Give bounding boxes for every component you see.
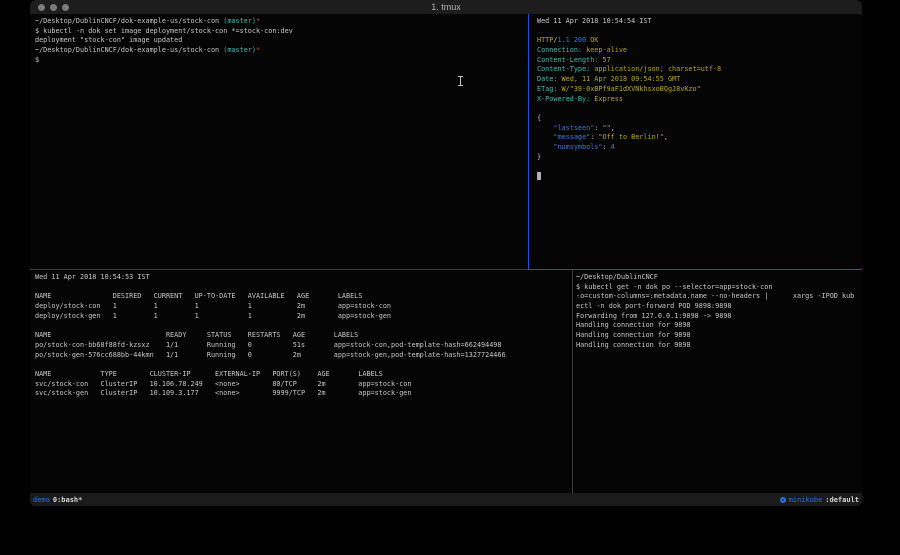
terminal-line: Connection: keep-alive [537,46,862,56]
terminal-line: "numsymbols": 4 [537,143,862,153]
terminal-line: ~/Desktop/DublinCNCF [576,273,862,283]
kube-namespace-label: :default [825,496,859,504]
terminal-line: } [537,153,862,163]
terminal-line: Date: Wed, 11 Apr 2018 09:54:55 GMT [537,75,862,85]
terminal-line: po/stock-con-bb68f88fd-kzsxz 1/1 Running… [35,341,572,351]
terminal-line: $ kubectl -n dok set image deployment/st… [35,27,528,37]
kubernetes-helm-icon [780,497,786,503]
terminal-line: Forwarding from 127.0.0.1:9898 -> 9898 [576,312,862,322]
terminal-line [35,283,572,293]
terminal-line [537,104,862,114]
terminal-line: ectl -n dok port-forward POD 9898:9898 [576,302,862,312]
terminal-line: Wed 11 Apr 2018 10:54:54 IST [537,17,862,27]
terminal-line: NAME READY STATUS RESTARTS AGE LABELS [35,331,572,341]
window-titlebar[interactable]: 1. tmux [30,0,862,14]
mouse-text-cursor-icon [458,76,463,86]
terminal-line: -o=custom-columns=:metadata.name --no-he… [576,292,862,302]
terminal-line: X-Powered-By: Express [537,95,862,105]
terminal-line: Handling connection for 9898 [576,331,862,341]
terminal-line: "lastseen": "", [537,124,862,134]
kube-context-label: minikube [789,496,823,504]
tmux-window-label[interactable]: 0:bash* [53,496,83,504]
terminal-line: svc/stock-con ClusterIP 10.106.78.249 <n… [35,380,572,390]
terminal-line [537,162,862,172]
terminal-line: Content-Length: 57 [537,56,862,66]
status-left: demo 0:bash* [33,496,82,504]
terminal-line [537,27,862,37]
screen: 1. tmux ~/Desktop/DublinCNCF/dok-example… [0,0,900,555]
pane-shell-top-left[interactable]: ~/Desktop/DublinCNCF/dok-example-us/stoc… [30,14,528,269]
tmux-status-bar: demo 0:bash* minikube :default [30,493,862,506]
terminal-line: Handling connection for 9898 [576,321,862,331]
pane-http-response[interactable]: Wed 11 Apr 2018 10:54:54 IST HTTP/1.1 20… [529,14,862,269]
terminal-line: deploy/stock-con 1 1 1 1 2m app=stock-co… [35,302,572,312]
terminal-window: 1. tmux ~/Desktop/DublinCNCF/dok-example… [30,0,862,506]
terminal-line: ~/Desktop/DublinCNCF/dok-example-us/stoc… [35,17,528,27]
terminal-line [35,321,572,331]
terminal-line: svc/stock-gen ClusterIP 10.109.3.177 <no… [35,389,572,399]
terminal-line: Wed 11 Apr 2018 10:54:53 IST [35,273,572,283]
terminal-line [35,360,572,370]
terminal-line: Content-Type: application/json; charset=… [537,65,862,75]
status-right: minikube :default [780,496,859,504]
pane-port-forward[interactable]: ~/Desktop/DublinCNCF$ kubectl get -n dok… [573,270,862,493]
terminal-line: Handling connection for 9898 [576,341,862,351]
terminal-line: ETag: W/"39-0xBPf9aF1dXVNkhsxoBQgJ8vKzo" [537,85,862,95]
terminal-line: HTTP/1.1 200 OK [537,36,862,46]
terminal-line: deploy/stock-gen 1 1 1 1 2m app=stock-ge… [35,312,572,322]
terminal-line: deployment "stock-con" image updated [35,36,528,46]
terminal-line: "message": "Off to Berlin!", [537,133,862,143]
terminal-line: $ [35,56,528,66]
terminal-line: NAME TYPE CLUSTER-IP EXTERNAL-IP PORT(S)… [35,370,572,380]
terminal-line: ~/Desktop/DublinCNCF/dok-example-us/stoc… [35,46,528,56]
terminal-line: { [537,114,862,124]
terminal-line: NAME DESIRED CURRENT UP-TO-DATE AVAILABL… [35,292,572,302]
tmux-session-name[interactable]: demo [33,496,50,504]
terminal-line: po/stock-gen-576cc688bb-44kmn 1/1 Runnin… [35,351,572,361]
window-title: 1. tmux [30,2,862,12]
pane-kubectl-watch[interactable]: Wed 11 Apr 2018 10:54:53 IST NAME DESIRE… [30,270,572,493]
terminal-line [537,172,862,182]
terminal-line: $ kubectl get -n dok po --selector=app=s… [576,283,862,293]
